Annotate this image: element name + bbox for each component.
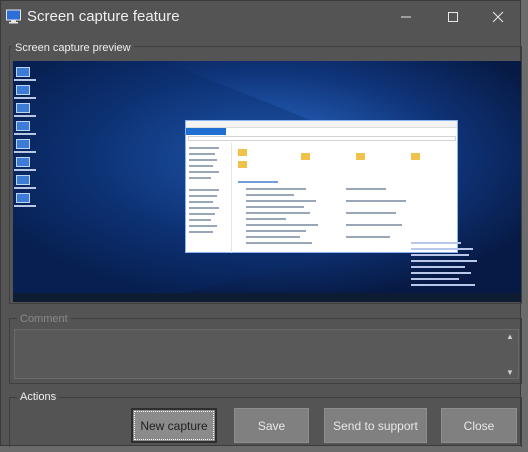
folder-icon: [238, 161, 247, 168]
comment-textarea[interactable]: [14, 329, 519, 379]
preview-group-label: Screen capture preview: [12, 42, 134, 54]
desktop-icon: [16, 121, 30, 131]
send-to-support-button[interactable]: Send to support: [324, 408, 427, 443]
desktop-icon: [16, 139, 30, 149]
minimize-icon: [401, 16, 411, 18]
file-explorer-window: [185, 120, 458, 253]
comment-group-label: Comment: [17, 313, 71, 325]
maximize-icon: [448, 12, 458, 22]
system-info-overlay: [411, 242, 481, 290]
close-window-button[interactable]: [475, 1, 521, 33]
close-icon: [492, 11, 504, 23]
title-bar[interactable]: Screen capture feature: [1, 1, 520, 34]
save-button[interactable]: Save: [234, 408, 309, 443]
desktop-icon: [16, 85, 30, 95]
monitor-icon: [6, 9, 21, 24]
actions-group-label: Actions: [17, 391, 60, 403]
folder-icon: [301, 153, 310, 160]
screen-capture-window: Screen capture feature Screen capture pr…: [0, 0, 522, 447]
maximize-button[interactable]: [430, 1, 476, 33]
minimize-button[interactable]: [383, 1, 429, 33]
taskbar: [13, 293, 521, 302]
scroll-up-icon[interactable]: ▲: [506, 332, 516, 341]
folder-icon: [356, 153, 365, 160]
desktop-icon: [16, 175, 30, 185]
desktop-icon: [16, 193, 30, 203]
screen-capture-image: [13, 61, 521, 302]
new-capture-button[interactable]: New capture: [131, 408, 217, 443]
folder-icon: [238, 149, 247, 156]
window-title: Screen capture feature: [27, 8, 180, 25]
desktop-icon: [16, 157, 30, 167]
folder-icon: [411, 153, 420, 160]
close-button[interactable]: Close: [441, 408, 517, 443]
desktop-icon: [16, 103, 30, 113]
desktop-icon: [16, 67, 30, 77]
